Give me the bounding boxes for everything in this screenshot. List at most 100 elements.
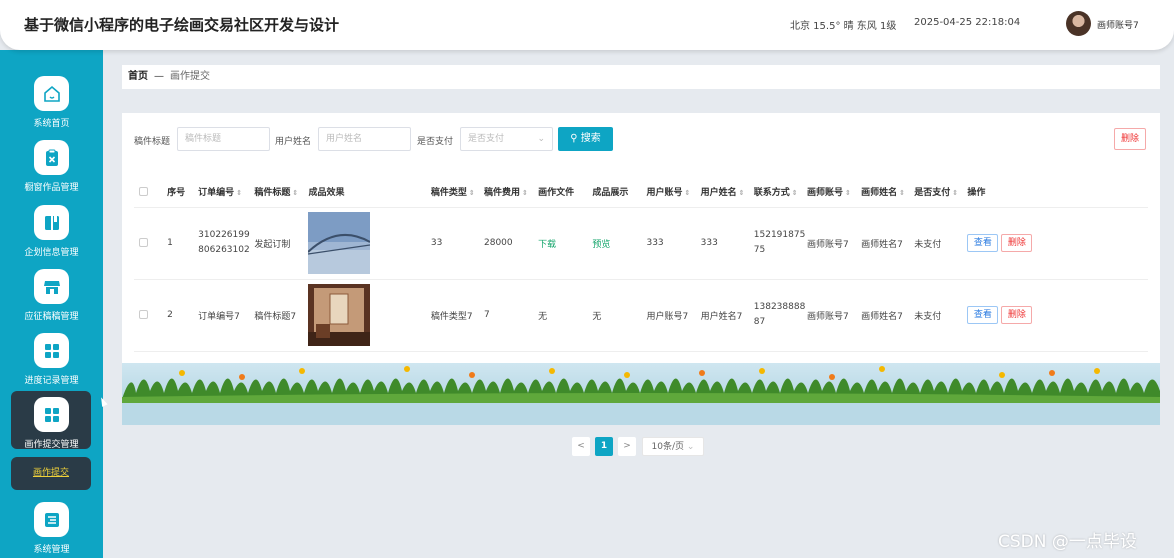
column-header[interactable]: 画师账号 ⇕ [806, 177, 862, 208]
batch-delete-button[interactable]: 删除 [1114, 128, 1146, 150]
paid-filter-label: 是否支付 [417, 137, 454, 147]
row-checkbox[interactable] [139, 238, 148, 247]
cell-account: 333 [646, 207, 701, 280]
cell-actions: 查看 删除 [967, 207, 1148, 280]
search-button-label: 搜索 [580, 133, 601, 144]
table-header-row: 序号 订单编号 ⇕ 稿件标题 ⇕ 成品效果 稿件类型 ⇕ 稿件费用 ⇕ 画作文件 成品展… [134, 177, 1148, 208]
page-number-button[interactable]: 1 [595, 437, 613, 456]
store-icon [34, 269, 69, 304]
search-button[interactable]: ⚲ 搜索 [558, 127, 613, 151]
search-icon: ⚲ [570, 133, 578, 144]
column-header[interactable]: 联系方式 ⇕ [753, 177, 807, 208]
watermark: CSDN @一点毕设 [998, 532, 1137, 552]
nav-label: 企划信息管理 [24, 248, 79, 258]
nav-subitem-artwork-submit[interactable]: 画作提交 [11, 457, 91, 490]
column-header: 画作文件 [538, 177, 593, 208]
artwork-thumbnail-bridge[interactable] [308, 212, 371, 274]
cell-file: 下载 [538, 207, 593, 280]
select-all-checkbox[interactable] [139, 186, 148, 196]
column-header[interactable]: 稿件费用 ⇕ [484, 177, 539, 208]
paid-filter-select[interactable]: 是否支付 ⌄ [460, 127, 553, 151]
current-datetime: 2025-04-25 22:18:04 [914, 17, 1021, 28]
weather-info: 北京 15.5° 晴 东风 1级 [790, 21, 897, 32]
column-header: 成品效果 [308, 177, 431, 208]
cell-name: 333 [700, 207, 754, 280]
grass-decoration [122, 363, 1160, 425]
column-header[interactable]: 用户姓名 ⇕ [700, 177, 754, 208]
cell-paid: 未支付 [914, 207, 968, 280]
nav-label: 进度记录管理 [24, 376, 79, 386]
column-header[interactable]: 稿件标题 ⇕ [254, 177, 309, 208]
delete-button[interactable]: 删除 [1001, 306, 1033, 324]
cell-fee: 28000 [484, 207, 539, 280]
nav-item-plan[interactable]: 企划信息管理 [0, 205, 103, 269]
preview-link[interactable]: 预览 [592, 240, 610, 250]
view-button[interactable]: 查看 [967, 306, 999, 324]
cell-contact: 15219187575 [753, 207, 807, 280]
sort-icon[interactable]: ⇕ [899, 189, 905, 197]
column-header[interactable]: 画师姓名 ⇕ [861, 177, 915, 208]
clipboard-icon [34, 140, 69, 175]
breadcrumb-separator: — [154, 71, 164, 82]
nav-item-progress[interactable]: 进度记录管理 [0, 333, 103, 397]
column-header[interactable]: 稿件类型 ⇕ [430, 177, 484, 208]
cell-actions: 查看 删除 [967, 279, 1148, 352]
sort-icon[interactable]: ⇕ [952, 189, 958, 197]
nav-label: 系统首页 [33, 119, 70, 129]
cell-index: 2 [167, 279, 199, 352]
sort-icon[interactable]: ⇕ [236, 189, 242, 197]
content-panel: 稿件标题 稿件标题 用户姓名 用户姓名 是否支付 是否支付 ⌄ ⚲ 搜索 删除 … [122, 113, 1160, 425]
cell-contact: 13823888887 [753, 279, 807, 352]
sort-icon[interactable]: ⇕ [684, 189, 690, 197]
delete-button[interactable]: 删除 [1001, 234, 1033, 252]
cell-paid: 未支付 [914, 279, 968, 352]
sort-icon[interactable]: ⇕ [845, 189, 851, 197]
nav-label: 画作提交管理 [24, 440, 79, 450]
prev-page-button[interactable]: < [572, 437, 590, 456]
user-filter-input[interactable]: 用户姓名 [318, 127, 411, 151]
title-filter-label: 稿件标题 [134, 137, 171, 147]
artwork-table: 序号 订单编号 ⇕ 稿件标题 ⇕ 成品效果 稿件类型 ⇕ 稿件费用 ⇕ 画作文件 成品展… [134, 177, 1148, 352]
user-avatar[interactable] [1066, 11, 1091, 36]
cell-type: 33 [430, 207, 484, 280]
sort-icon[interactable]: ⇕ [522, 189, 528, 197]
nav-label: 橱窗作品管理 [24, 183, 79, 193]
cell-artist-name: 画师姓名7 [861, 207, 915, 280]
page-size-label: 10条/页 [651, 442, 685, 452]
artwork-thumbnail-room[interactable] [308, 284, 371, 346]
row-checkbox[interactable] [139, 310, 148, 319]
download-link[interactable]: 下载 [538, 240, 556, 250]
page-size-select[interactable]: 10条/页 ⌄ [642, 437, 704, 456]
title-filter-input[interactable]: 稿件标题 [177, 127, 270, 151]
cell-order: 310226199806263102 [198, 207, 255, 280]
paid-filter-placeholder: 是否支付 [468, 134, 505, 144]
cell-fee: 7 [484, 279, 539, 352]
nav-label: 系统管理 [33, 545, 70, 555]
column-header[interactable]: 用户账号 ⇕ [646, 177, 701, 208]
sort-icon[interactable]: ⇕ [469, 189, 475, 197]
nav-item-artwork-submit[interactable]: 画作提交管理 [0, 397, 103, 461]
book-icon [34, 205, 69, 240]
sidebar: 系统首页 橱窗作品管理 企划信息管理 应征稿稿管理 进度记录管理 画作提交管理 … [0, 50, 103, 558]
cell-image [308, 207, 431, 280]
cell-index: 1 [167, 207, 199, 280]
column-header[interactable]: 订单编号 ⇕ [198, 177, 255, 208]
cell-account: 用户账号7 [646, 279, 701, 352]
nav-item-showcase[interactable]: 橱窗作品管理 [0, 140, 103, 204]
column-header[interactable]: 是否支付 ⇕ [914, 177, 968, 208]
sort-icon[interactable]: ⇕ [292, 189, 298, 197]
user-name[interactable]: 画师账号7 [1097, 18, 1139, 31]
cell-preview: 无 [592, 279, 647, 352]
breadcrumb-home[interactable]: 首页 [128, 71, 148, 82]
sort-icon[interactable]: ⇕ [792, 189, 798, 197]
grid-icon [34, 333, 69, 368]
cell-type: 稿件类型7 [430, 279, 484, 352]
view-button[interactable]: 查看 [967, 234, 999, 252]
next-page-button[interactable]: > [618, 437, 636, 456]
cell-artist-account: 画师账号7 [806, 279, 862, 352]
sort-icon[interactable]: ⇕ [739, 189, 745, 197]
nav-item-submissions[interactable]: 应征稿稿管理 [0, 269, 103, 333]
column-header: 成品展示 [592, 177, 647, 208]
nav-item-home[interactable]: 系统首页 [0, 76, 103, 140]
nav-item-system[interactable]: 系统管理 [0, 502, 103, 558]
